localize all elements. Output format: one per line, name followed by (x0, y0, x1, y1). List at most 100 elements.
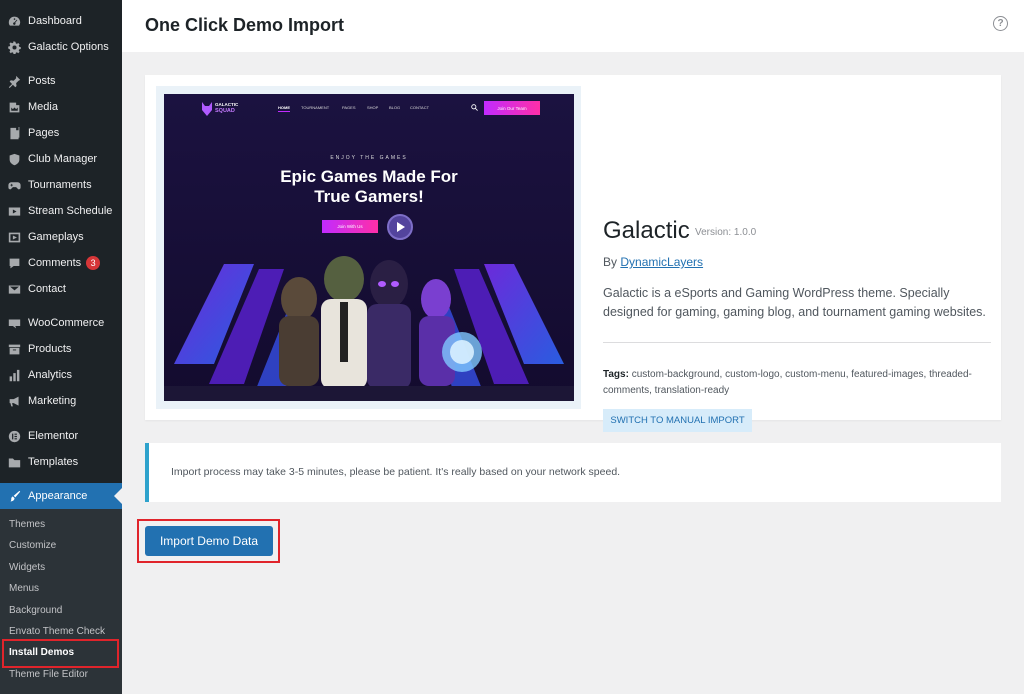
active-menu-arrow (114, 488, 122, 504)
preview-join-button: Join With Us (322, 220, 378, 233)
logo-text-top: GALACTIC (215, 102, 239, 107)
preview-cta-button: Join Our Team (484, 101, 540, 115)
sidebar-item-label: Marketing (28, 395, 77, 407)
sidebar-item-label: Club Manager (28, 153, 98, 165)
sidebar-item-pages[interactable]: Pages (0, 120, 122, 146)
sidebar-item-label: Analytics (28, 369, 73, 381)
gamepad-icon (6, 177, 22, 193)
admin-sidebar: Dashboard Galactic Options Posts Media P… (0, 0, 122, 694)
submenu-item-customize[interactable]: Customize (9, 540, 56, 551)
import-notice: Import process may take 3-5 minutes, ple… (145, 443, 1001, 502)
preview-nav-pages: PAGES (342, 105, 356, 110)
switch-to-manual-import-button[interactable]: SWITCH TO MANUAL IMPORT (603, 409, 752, 432)
sidebar-item-templates[interactable]: Templates (0, 449, 122, 475)
brush-icon (6, 488, 22, 504)
tags-list: custom-background, custom-logo, custom-m… (603, 369, 972, 396)
page-header: One Click Demo Import ? (122, 0, 1024, 52)
submenu-item-themes[interactable]: Themes (9, 519, 45, 530)
submenu-item-envato-theme-check[interactable]: Envato Theme Check (9, 626, 105, 637)
preview-headline-line1: Epic Games Made For (280, 167, 458, 186)
theme-screenshot-art (164, 94, 574, 401)
preview-nav-blog: BLOG (389, 105, 401, 110)
preview-nav-underline (278, 111, 290, 112)
sidebar-item-gameplays[interactable]: Gameplays (0, 224, 122, 250)
divider (603, 342, 991, 343)
sidebar-item-comments[interactable]: Comments 3 (0, 250, 122, 276)
megaphone-icon (6, 393, 22, 409)
archive-icon (6, 341, 22, 357)
sidebar-item-label: Appearance (28, 490, 88, 502)
comment-icon (6, 255, 22, 271)
chart-icon (6, 367, 22, 383)
page-title: One Click Demo Import (145, 15, 345, 35)
play-icon (6, 229, 22, 245)
sidebar-item-label: Templates (28, 456, 79, 468)
sidebar-item-media[interactable]: Media (0, 94, 122, 120)
sidebar-item-club-manager[interactable]: Club Manager (0, 146, 122, 172)
sidebar-item-label: Tournaments (28, 179, 92, 191)
sidebar-item-dashboard[interactable]: Dashboard (0, 8, 122, 34)
sidebar-item-contact[interactable]: Contact (0, 276, 122, 302)
sidebar-item-products[interactable]: Products (0, 336, 122, 362)
submenu-item-widgets[interactable]: Widgets (9, 562, 45, 573)
preview-nav-contact: CONTACT (410, 105, 430, 110)
sidebar-item-label: WooCommerce (28, 317, 105, 329)
sidebar-item-tournaments[interactable]: Tournaments (0, 172, 122, 198)
theme-card: GALACTIC SQUAD HOME TOURNAMENT PAGES SHO… (145, 75, 1001, 432)
sidebar-item-label: Gameplays (28, 231, 84, 243)
video-icon (6, 203, 22, 219)
sidebar-item-label: Pages (28, 127, 60, 139)
theme-version: Version: 1.0.0 (695, 227, 757, 238)
preview-nav-home: HOME (278, 105, 290, 110)
sidebar-item-label: Stream Schedule (28, 205, 113, 217)
theme-name: Galactic (603, 217, 690, 244)
shield-icon (6, 151, 22, 167)
galactic-squad-logo: GALACTIC SQUAD (200, 100, 238, 118)
author-link[interactable]: DynamicLayers (620, 255, 703, 269)
media-icon (6, 99, 22, 115)
submenu-item-background[interactable]: Background (9, 605, 62, 616)
sidebar-item-label: Galactic Options (28, 41, 109, 53)
notice-text: Import process may take 3-5 minutes, ple… (171, 466, 621, 478)
preview-kicker: ENJOY THE GAMES (330, 155, 408, 161)
sidebar-item-marketing[interactable]: Marketing (0, 388, 122, 414)
sidebar-item-label: Elementor (28, 430, 79, 442)
preview-nav-shop: SHOP (367, 105, 379, 110)
import-demo-data-button[interactable]: Import Demo Data (145, 526, 273, 556)
sidebar-item-elementor[interactable]: Elementor (0, 423, 122, 449)
tags-label: Tags: (603, 369, 629, 380)
install-demos-highlight (2, 639, 119, 668)
sidebar-item-label: Products (28, 343, 72, 355)
folder-icon (6, 454, 22, 470)
help-icon[interactable]: ? (993, 16, 1008, 31)
gear-icon (6, 39, 22, 55)
preview-play-icon (387, 214, 413, 240)
sidebar-item-analytics[interactable]: Analytics (0, 362, 122, 388)
theme-tags: Tags: custom-background, custom-logo, cu… (603, 367, 993, 399)
woo-icon (6, 315, 22, 331)
logo-text-bottom: SQUAD (215, 108, 235, 114)
mail-icon (6, 281, 22, 297)
sidebar-item-label: Contact (28, 283, 66, 295)
dashboard-icon (6, 13, 22, 29)
sidebar-item-label: Dashboard (28, 15, 82, 27)
preview-search-icon (471, 104, 478, 111)
sidebar-item-stream-schedule[interactable]: Stream Schedule (0, 198, 122, 224)
wolf-logo-icon (202, 102, 212, 116)
sidebar-item-label: Media (28, 101, 58, 113)
submenu-item-menus[interactable]: Menus (9, 583, 39, 594)
theme-screenshot: GALACTIC SQUAD HOME TOURNAMENT PAGES SHO… (164, 94, 574, 401)
theme-author: By DynamicLayers (603, 255, 703, 269)
theme-description: Galactic is a eSports and Gaming WordPre… (603, 286, 986, 319)
submenu-item-theme-file-editor[interactable]: Theme File Editor (9, 669, 88, 680)
author-prefix: By (603, 255, 618, 269)
pin-icon (6, 73, 22, 89)
sidebar-item-woocommerce[interactable]: WooCommerce (0, 310, 122, 336)
comments-count-badge: 3 (86, 256, 101, 270)
sidebar-item-galactic-options[interactable]: Galactic Options (0, 34, 122, 60)
sidebar-item-label: Posts (28, 75, 56, 87)
sidebar-item-appearance[interactable]: Appearance (0, 483, 122, 509)
preview-headline-line2: True Gamers! (314, 187, 424, 206)
sidebar-item-posts[interactable]: Posts (0, 68, 122, 94)
sidebar-item-label: Comments (28, 257, 82, 269)
